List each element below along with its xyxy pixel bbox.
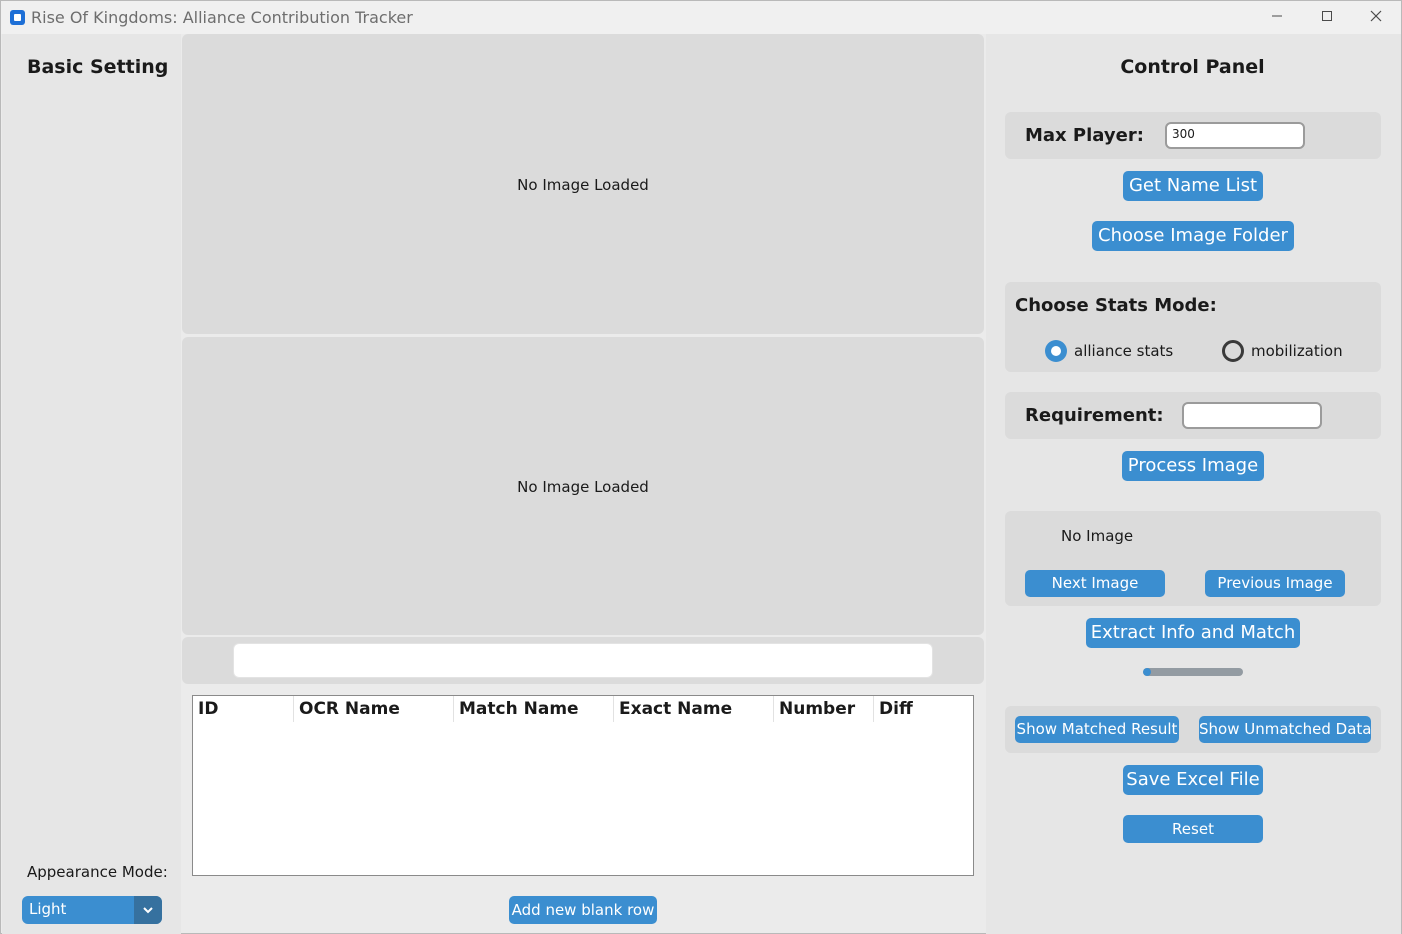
close-button[interactable] [1356, 5, 1396, 31]
get-name-list-button[interactable]: Get Name List [1123, 171, 1263, 201]
ocr-text-bar [182, 637, 984, 684]
appearance-mode-select[interactable]: Light [22, 896, 162, 924]
column-header-match-name[interactable]: Match Name [453, 696, 613, 722]
requirement-label: Requirement: [1025, 405, 1164, 426]
add-blank-row-button[interactable]: Add new blank row [509, 896, 657, 924]
extraction-progress-bar [1143, 668, 1243, 676]
window-title: Rise Of Kingdoms: Alliance Contribution … [31, 8, 413, 27]
result-view-box: Show Matched Result Show Unmatched Data [1005, 706, 1381, 753]
image-bottom-message: No Image Loaded [517, 478, 649, 496]
maximize-icon [1322, 11, 1332, 21]
column-header-number[interactable]: Number [773, 696, 873, 722]
app-icon [10, 10, 25, 25]
sidebar-title: Basic Setting [27, 56, 169, 78]
max-player-input[interactable]: 300 [1165, 122, 1305, 149]
image-preview-bottom: No Image Loaded [182, 337, 984, 635]
requirement-box: Requirement: [1005, 392, 1381, 439]
next-image-button[interactable]: Next Image [1025, 570, 1165, 597]
maximize-button[interactable] [1307, 5, 1347, 31]
radio-alliance-stats[interactable] [1045, 340, 1067, 362]
previous-image-button[interactable]: Previous Image [1205, 570, 1345, 597]
radio-alliance-stats-label[interactable]: alliance stats [1074, 342, 1173, 360]
requirement-input[interactable] [1182, 402, 1322, 429]
max-player-box: Max Player: 300 [1005, 112, 1381, 159]
column-header-diff[interactable]: Diff [873, 696, 973, 722]
extract-info-match-button[interactable]: Extract Info and Match [1086, 618, 1300, 648]
column-header-ocr-name[interactable]: OCR Name [293, 696, 453, 722]
result-table[interactable]: ID OCR Name Match Name Exact Name Number… [192, 695, 974, 876]
appearance-mode-label: Appearance Mode: [27, 863, 168, 881]
ocr-text-field[interactable] [233, 643, 933, 678]
choose-image-folder-button[interactable]: Choose Image Folder [1092, 221, 1294, 251]
minimize-icon [1272, 15, 1282, 17]
appearance-dropdown-toggle[interactable] [134, 896, 162, 924]
image-preview-top: No Image Loaded [182, 34, 984, 334]
save-excel-file-button[interactable]: Save Excel File [1123, 765, 1263, 795]
reset-button[interactable]: Reset [1123, 815, 1263, 843]
sidebar: Basic Setting Appearance Mode: Light [2, 34, 181, 934]
column-header-id[interactable]: ID [193, 696, 293, 722]
image-top-message: No Image Loaded [517, 176, 649, 194]
title-bar: Rise Of Kingdoms: Alliance Contribution … [1, 1, 1401, 34]
show-unmatched-data-button[interactable]: Show Unmatched Data [1199, 716, 1372, 743]
control-panel: Control Panel Max Player: 300 Get Name L… [986, 34, 1401, 934]
appearance-mode-value: Light [29, 900, 67, 918]
image-navigation-box: No Image Next Image Previous Image [1005, 511, 1381, 606]
close-icon [1370, 10, 1382, 22]
max-player-label: Max Player: [1025, 125, 1144, 146]
stats-mode-box: Choose Stats Mode: alliance stats mobili… [1005, 282, 1381, 372]
control-panel-title: Control Panel [1120, 56, 1265, 78]
extraction-progress-fill [1143, 668, 1151, 676]
column-header-exact-name[interactable]: Exact Name [613, 696, 773, 722]
chevron-down-icon [143, 907, 153, 914]
image-status-label: No Image [1061, 527, 1134, 545]
minimize-button[interactable] [1257, 5, 1297, 31]
stats-mode-label: Choose Stats Mode: [1015, 295, 1217, 316]
app-window: Rise Of Kingdoms: Alliance Contribution … [0, 0, 1402, 934]
process-image-button[interactable]: Process Image [1122, 451, 1264, 481]
show-matched-result-button[interactable]: Show Matched Result [1015, 716, 1179, 743]
radio-mobilization-label[interactable]: mobilization [1251, 342, 1343, 360]
radio-mobilization[interactable] [1222, 340, 1244, 362]
